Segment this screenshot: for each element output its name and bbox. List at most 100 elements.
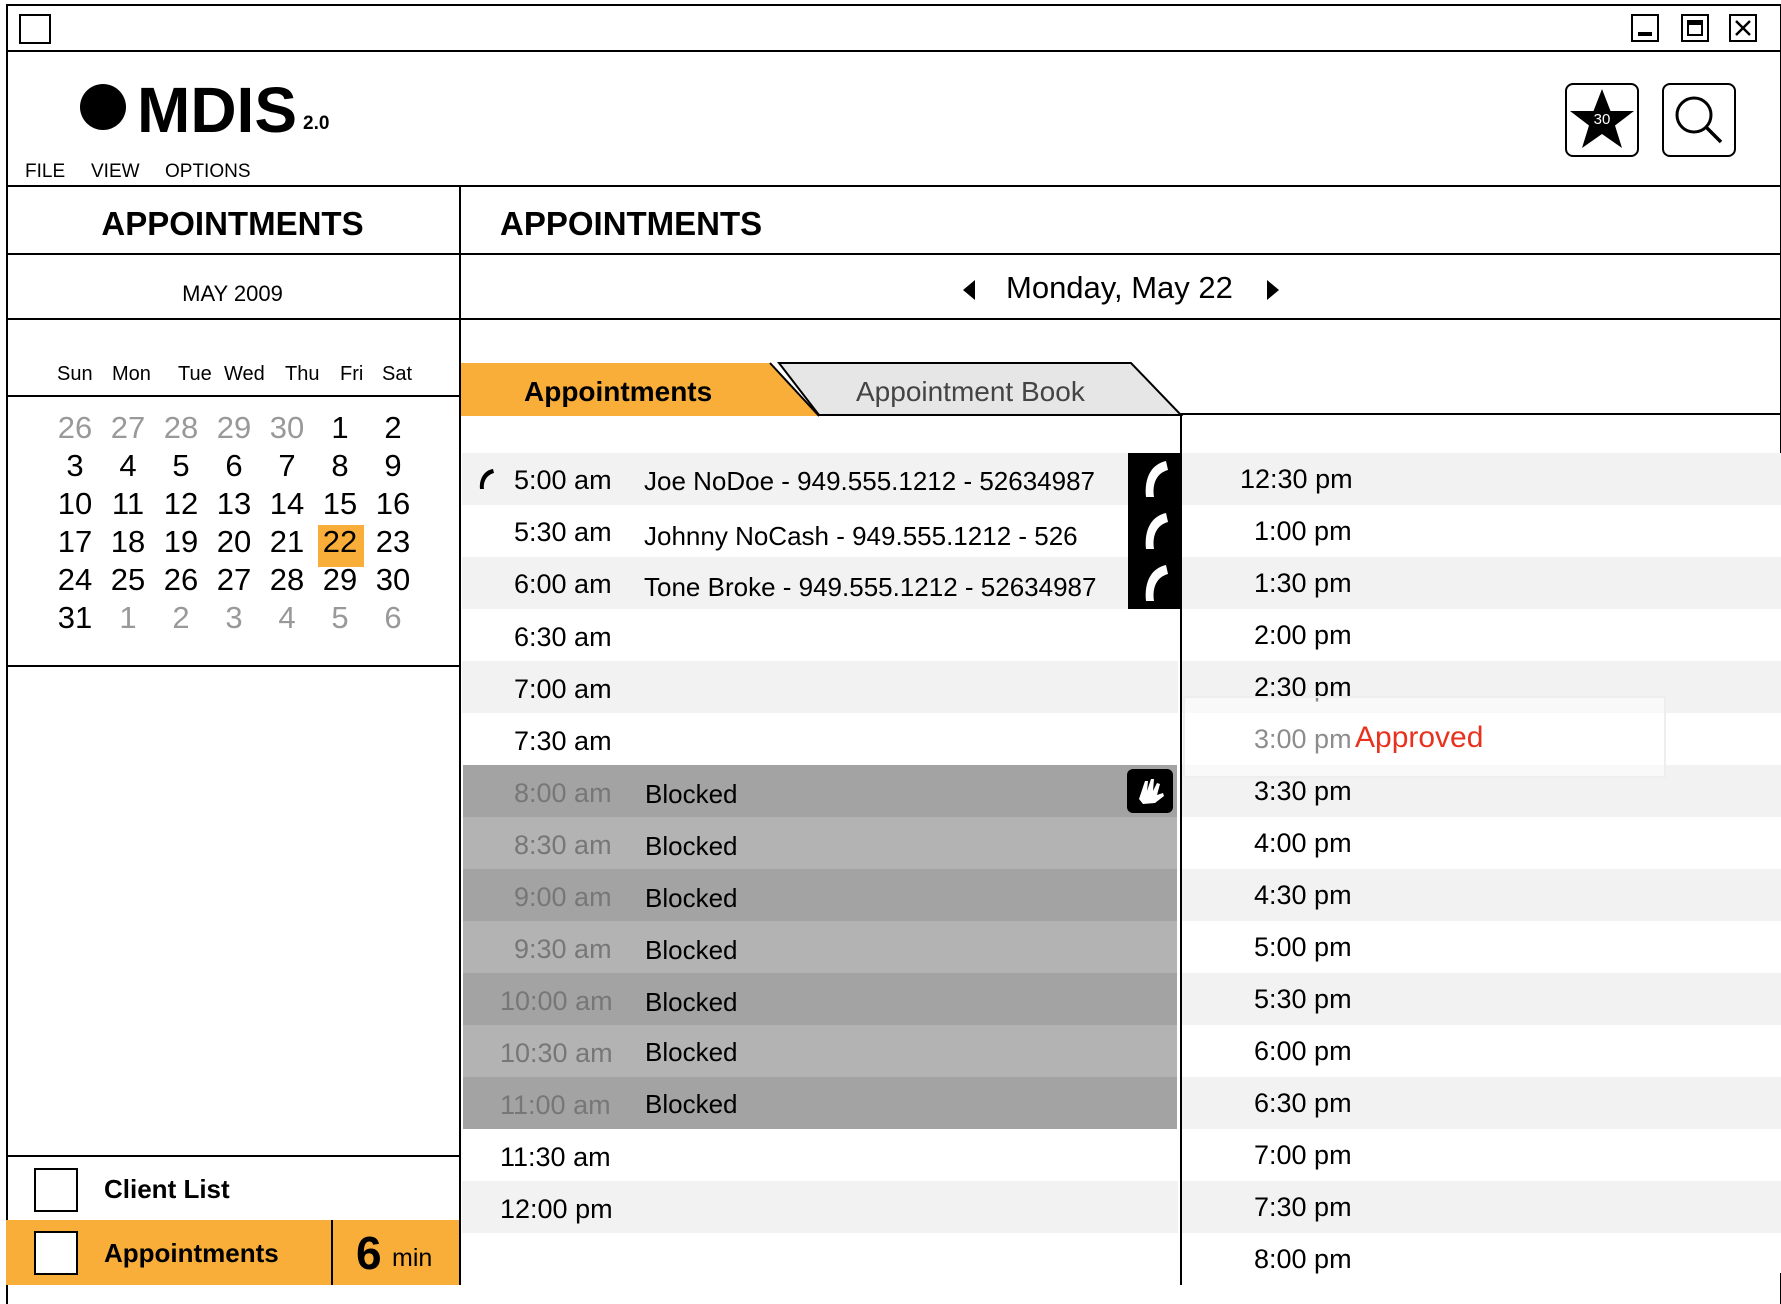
tab-appointments[interactable]: Appointments — [461, 362, 791, 416]
appointment-row[interactable]: 7:30 am — [462, 713, 1178, 765]
client-list-checkbox[interactable] — [34, 1168, 78, 1212]
pm-slot-row[interactable]: 12:30 pm — [1182, 453, 1781, 505]
calendar-day[interactable]: 4 — [105, 448, 151, 484]
calendar-day[interactable]: 13 — [211, 486, 257, 522]
calendar-day[interactable]: 30 — [264, 410, 310, 446]
pm-slot-row[interactable]: 8:00 pm — [1182, 1233, 1781, 1274]
appointment-row[interactable]: 11:30 am — [462, 1129, 1178, 1181]
search-button[interactable] — [1662, 83, 1736, 157]
calendar-day[interactable]: 4 — [264, 600, 310, 636]
calendar-day[interactable]: 3 — [211, 600, 257, 636]
calendar-day[interactable]: 3 — [52, 448, 98, 484]
nav-appointments[interactable]: Appointments 6 min — [6, 1220, 459, 1285]
blocked-row[interactable]: 10:30 am Blocked — [463, 1025, 1177, 1077]
window-system-icon[interactable] — [19, 14, 51, 44]
calendar-day[interactable]: 26 — [158, 562, 204, 598]
weekday-thu: Thu — [285, 363, 320, 385]
appointment-row[interactable]: 7:00 am — [462, 661, 1178, 713]
appointments-checkbox[interactable] — [34, 1231, 78, 1275]
calendar-day[interactable]: 17 — [52, 524, 98, 560]
call-joe-icon[interactable] — [1138, 459, 1172, 501]
next-day-icon[interactable] — [1262, 277, 1282, 303]
blocked-row[interactable]: 8:00 am Blocked — [463, 765, 1177, 817]
minimize-button[interactable] — [1631, 14, 1659, 42]
calendar-day[interactable]: 18 — [105, 524, 151, 560]
pm-slot-row[interactable]: 4:30 pm — [1182, 869, 1781, 921]
pm-slot-row[interactable]: 5:00 pm — [1182, 921, 1781, 973]
appointment-row[interactable]: 12:00 pm — [462, 1181, 1178, 1233]
call-johnny-icon[interactable] — [1138, 511, 1172, 553]
app-logo: MDIS — [137, 74, 297, 146]
block-hand-button[interactable] — [1127, 769, 1173, 813]
calendar-day[interactable]: 8 — [317, 448, 363, 484]
calendar-day[interactable]: 24 — [52, 562, 98, 598]
pm-slot-row[interactable]: 2:00 pm — [1182, 609, 1781, 661]
calendar-day[interactable]: 28 — [158, 410, 204, 446]
calendar-day[interactable]: 27 — [105, 410, 151, 446]
calendar-day[interactable]: 1 — [317, 410, 363, 446]
calendar-day[interactable]: 31 — [52, 600, 98, 636]
appointment-row[interactable]: 5:00 am Joe NoDoe - 949.555.1212 - 52634… — [462, 453, 1178, 505]
calendar-day[interactable]: 15 — [317, 486, 363, 522]
blocked-label: Blocked — [645, 883, 738, 913]
appointment-client: Johnny NoCash - 949.555.1212 - 526 — [644, 521, 1078, 551]
call-buttons-column — [1128, 453, 1180, 609]
calendar-day[interactable]: 1 — [105, 600, 151, 636]
appointment-row[interactable]: 6:00 am Tone Broke - 949.555.1212 - 5263… — [462, 557, 1178, 609]
blocked-row[interactable]: 8:30 am Blocked — [463, 817, 1177, 869]
pm-slot-row[interactable]: 6:30 pm — [1182, 1077, 1781, 1129]
calendar-day[interactable]: 5 — [317, 600, 363, 636]
calendar-day[interactable]: 23 — [370, 524, 416, 560]
calendar-day[interactable]: 25 — [105, 562, 151, 598]
pm-slot-row[interactable]: 1:00 pm — [1182, 505, 1781, 557]
menu-options[interactable]: OPTIONS — [165, 161, 251, 183]
pm-slot-row[interactable]: 7:30 pm — [1182, 1181, 1781, 1233]
calendar-day[interactable]: 6 — [370, 600, 416, 636]
calendar-day[interactable]: 11 — [105, 486, 151, 522]
menu-view[interactable]: VIEW — [91, 161, 140, 183]
pm-slot-row[interactable]: 5:30 pm — [1182, 973, 1781, 1025]
calendar-day[interactable]: 22 — [317, 524, 363, 560]
calendar-day[interactable]: 28 — [264, 562, 310, 598]
favorites-button[interactable]: 30 — [1565, 83, 1639, 157]
calendar-day[interactable]: 19 — [158, 524, 204, 560]
close-button[interactable] — [1729, 14, 1757, 42]
calendar-day[interactable]: 20 — [211, 524, 257, 560]
calendar-day[interactable]: 6 — [211, 448, 257, 484]
calendar-day[interactable]: 26 — [52, 410, 98, 446]
calendar-day[interactable]: 27 — [211, 562, 257, 598]
calendar-day[interactable]: 29 — [317, 562, 363, 598]
nav-client-list[interactable]: Client List — [6, 1157, 459, 1220]
calendar-day[interactable]: 2 — [158, 600, 204, 636]
calendar-day[interactable]: 7 — [264, 448, 310, 484]
appointments-nav-label: Appointments — [104, 1238, 279, 1268]
blocked-row[interactable]: 9:30 am Blocked — [463, 921, 1177, 973]
calendar-day[interactable]: 14 — [264, 486, 310, 522]
prev-day-icon[interactable] — [960, 277, 980, 303]
maximize-button[interactable] — [1681, 14, 1709, 42]
appointment-time: 12:00 pm — [500, 1194, 613, 1224]
calendar-day[interactable]: 21 — [264, 524, 310, 560]
calendar-day[interactable]: 2 — [370, 410, 416, 446]
pm-slot-row[interactable]: 6:00 pm — [1182, 1025, 1781, 1077]
blocked-row[interactable]: 10:00 am Blocked — [463, 973, 1177, 1025]
appointment-row[interactable]: 6:30 am — [462, 609, 1178, 661]
appointment-row[interactable]: 5:30 am Johnny NoCash - 949.555.1212 - 5… — [462, 505, 1178, 557]
appointment-client: Joe NoDoe - 949.555.1212 - 52634987 — [644, 466, 1096, 496]
calendar-day[interactable]: 10 — [52, 486, 98, 522]
pm-slot-row[interactable]: 1:30 pm — [1182, 557, 1781, 609]
blocked-row[interactable]: 11:00 am Blocked — [463, 1077, 1177, 1129]
tab-appointment-book[interactable]: Appointment Book — [820, 362, 1140, 416]
menu-file[interactable]: FILE — [25, 161, 65, 183]
blocked-row[interactable]: 9:00 am Blocked — [463, 869, 1177, 921]
calendar-day[interactable]: 5 — [158, 448, 204, 484]
calendar-day[interactable]: 12 — [158, 486, 204, 522]
pm-slot-row[interactable]: 4:00 pm — [1182, 817, 1781, 869]
call-tone-icon[interactable] — [1138, 563, 1172, 605]
search-icon — [1675, 96, 1723, 144]
calendar-day[interactable]: 29 — [211, 410, 257, 446]
calendar-day[interactable]: 16 — [370, 486, 416, 522]
calendar-day[interactable]: 9 — [370, 448, 416, 484]
calendar-day[interactable]: 30 — [370, 562, 416, 598]
pm-slot-row[interactable]: 7:00 pm — [1182, 1129, 1781, 1181]
